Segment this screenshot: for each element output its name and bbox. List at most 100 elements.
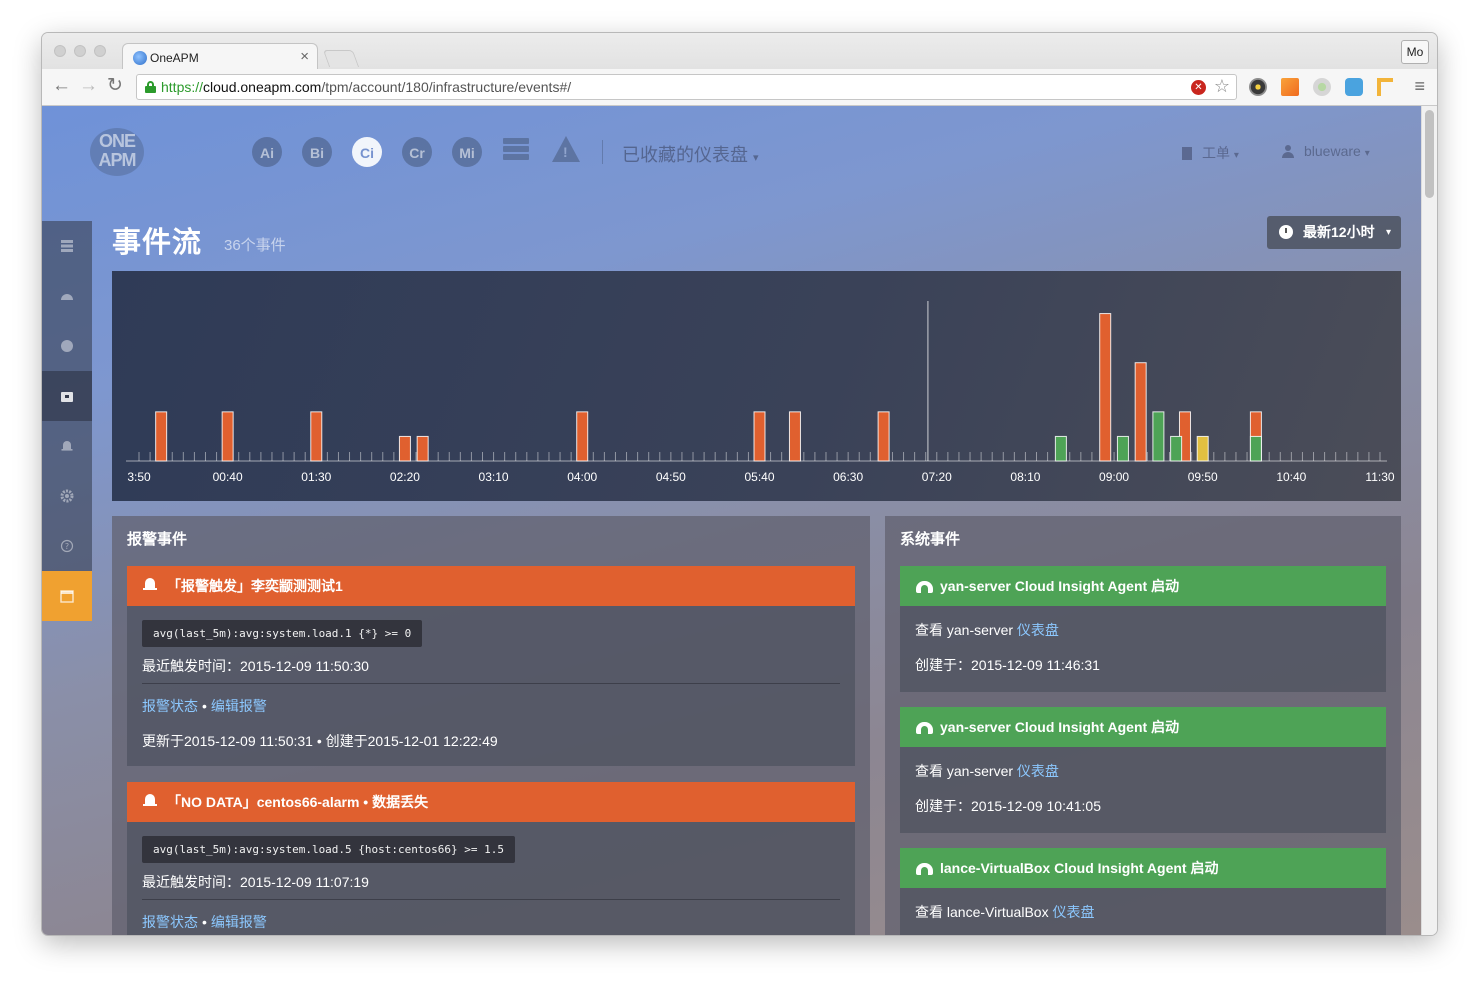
address-bar[interactable]: https://cloud.oneapm.com/tpm/account/180… xyxy=(136,74,1237,100)
event-timeline-svg: 3:50 00:40 01:30 02:20 03:10 04:00 04:50 05:40 0… xyxy=(126,301,1395,484)
sidebar-item-calendar[interactable] xyxy=(42,571,92,621)
zoom-window-button[interactable] xyxy=(94,45,106,57)
x-tick-label: 11:30 xyxy=(1365,470,1394,484)
profile-button[interactable]: Mo xyxy=(1401,40,1429,64)
new-tab-button[interactable] xyxy=(322,50,360,67)
card-divider xyxy=(142,899,840,900)
cloud-agent-icon xyxy=(916,861,933,875)
alert-event-bar xyxy=(416,435,429,462)
event-timeline-chart: 3:50 00:40 01:30 02:20 03:10 04:00 04:50 05:40 0… xyxy=(112,271,1401,501)
ticket-menu[interactable]: 工单 ▾ xyxy=(1182,143,1239,163)
browser-menu-icon[interactable]: ≡ xyxy=(1414,76,1425,97)
forward-arrow-icon[interactable]: → xyxy=(79,75,98,97)
system-card-header[interactable]: yan-server Cloud Insight Agent 启动 xyxy=(900,707,1386,747)
dashboard-link[interactable]: 仪表盘 xyxy=(1017,622,1059,638)
page-content: ONE APM Ai Bi Ci Cr Mi ! 已收藏的仪表盘 ▾ 工单 ▾ b… xyxy=(42,106,1421,935)
sidebar-item-circle[interactable] xyxy=(42,321,92,371)
system-panel-title: 系统事件 xyxy=(900,531,961,548)
list-icon xyxy=(61,240,73,252)
edit-alert-link[interactable]: 编辑报警 xyxy=(211,914,267,930)
product-cr-icon[interactable]: Cr xyxy=(402,137,432,167)
bookmark-star-icon[interactable]: ☆ xyxy=(1214,76,1230,97)
x-tick-label: 05:40 xyxy=(744,470,774,484)
close-tab-icon[interactable]: × xyxy=(300,48,309,65)
extension-circle-icon[interactable] xyxy=(1313,78,1331,96)
x-tick-label: 09:50 xyxy=(1188,470,1218,484)
sidebar-item-settings[interactable] xyxy=(42,471,92,521)
alert-query: avg(last_5m):avg:system.load.5 {host:cen… xyxy=(142,836,515,863)
time-range-dropdown[interactable]: 最新12小时 ▾ xyxy=(1267,216,1401,249)
sidebar-item-alerts[interactable] xyxy=(42,421,92,471)
x-tick-label: 3:50 xyxy=(127,470,151,484)
system-event-card: yan-server Cloud Insight Agent 启动 查看 yan… xyxy=(900,566,1386,692)
sidebar: ? xyxy=(42,221,92,621)
last-triggered-time: 最近触发时间：2015-12-09 11:50:30 xyxy=(142,658,369,674)
product-ai-icon[interactable]: Ai xyxy=(252,137,282,167)
browser-toolbar: ← → ↻ https://cloud.oneapm.com/tpm/accou… xyxy=(42,69,1437,106)
system-event-bar xyxy=(1116,435,1129,462)
alert-event-bar xyxy=(398,435,411,462)
product-bi-icon[interactable]: Bi xyxy=(302,137,332,167)
bell-icon xyxy=(61,441,73,451)
alert-status-link[interactable]: 报警状态 xyxy=(142,914,198,930)
favorite-dashboards-menu[interactable]: 已收藏的仪表盘 ▾ xyxy=(622,141,759,167)
alert-event-bar xyxy=(1099,313,1112,462)
minimize-window-button[interactable] xyxy=(74,45,86,57)
oneapm-logo[interactable]: ONE APM xyxy=(90,128,144,176)
extension-chart-icon[interactable] xyxy=(1281,78,1299,96)
extension-camera-icon[interactable] xyxy=(1249,78,1267,96)
system-card-header[interactable]: yan-server Cloud Insight Agent 启动 xyxy=(900,566,1386,606)
reload-icon[interactable]: ↻ xyxy=(107,75,123,97)
system-events-panel: 系统事件 yan-server Cloud Insight Agent 启动 查… xyxy=(885,516,1401,935)
url-text[interactable]: https://cloud.oneapm.com/tpm/account/180… xyxy=(161,79,571,95)
cloud-agent-icon xyxy=(916,720,933,734)
events-icon xyxy=(61,392,73,402)
tab-strip: OneAPM × Mo xyxy=(42,33,1437,70)
browser-tab[interactable]: OneAPM × xyxy=(122,43,318,70)
dashboard-icon xyxy=(61,294,73,300)
close-window-button[interactable] xyxy=(54,45,66,57)
scrollbar-thumb[interactable] xyxy=(1425,110,1434,198)
dashboard-link[interactable]: 仪表盘 xyxy=(1052,904,1094,920)
sidebar-item-events[interactable] xyxy=(42,371,92,421)
user-menu[interactable]: blueware ▾ xyxy=(1282,143,1370,159)
clock-icon xyxy=(1279,225,1293,239)
system-event-bar xyxy=(1170,435,1183,462)
system-card-header[interactable]: lance-VirtualBox Cloud Insight Agent 启动 xyxy=(900,848,1386,888)
product-ci-icon[interactable]: Ci xyxy=(352,137,382,167)
x-tick-label: 10:40 xyxy=(1276,470,1306,484)
sidebar-item-list[interactable] xyxy=(42,221,92,271)
alert-event-card: 「NO DATA」centos66-alarm • 数据丢失 avg(last_… xyxy=(127,782,855,935)
alert-status-link[interactable]: 报警状态 xyxy=(142,698,198,714)
server-list-icon[interactable] xyxy=(503,138,529,164)
product-mi-icon[interactable]: Mi xyxy=(452,137,482,167)
cloud-agent-icon xyxy=(916,579,933,593)
extension-bracket-icon[interactable] xyxy=(1377,78,1395,96)
alert-timestamps: 更新于2015-12-09 11:50:31 • 创建于2015-12-01 1… xyxy=(142,733,498,749)
sidebar-item-help[interactable]: ? xyxy=(42,521,92,571)
alert-events-panel: 报警事件 「报警触发」李奕颛测测试1 avg(last_5m):avg:syst… xyxy=(112,516,870,935)
x-tick-label: 06:30 xyxy=(833,470,863,484)
page-scrollbar[interactable] xyxy=(1421,106,1437,935)
system-event-card: yan-server Cloud Insight Agent 启动 查看 yan… xyxy=(900,707,1386,833)
system-event-bar xyxy=(1152,411,1165,462)
card-divider xyxy=(142,683,840,684)
browser-window: OneAPM × Mo ← → ↻ https://cloud.oneapm.c… xyxy=(42,33,1437,935)
back-arrow-icon[interactable]: ← xyxy=(52,75,71,97)
page-title: 事件流 xyxy=(112,227,203,259)
svg-text:?: ? xyxy=(65,542,69,551)
view-host-text: 查看 lance-VirtualBox xyxy=(915,904,1049,920)
extension-ghost-icon[interactable] xyxy=(1345,78,1363,96)
alert-event-bar xyxy=(1134,362,1147,462)
alert-card-header[interactable]: 「报警触发」李奕颛测测试1 xyxy=(127,566,855,606)
edit-alert-link[interactable]: 编辑报警 xyxy=(211,698,267,714)
blocked-icon[interactable]: ✕ xyxy=(1191,80,1206,95)
x-tick-label: 01:30 xyxy=(301,470,331,484)
dashboard-link[interactable]: 仪表盘 xyxy=(1017,763,1059,779)
alert-query: avg(last_5m):avg:system.load.1 {*} >= 0 xyxy=(142,620,423,647)
x-tick-label: 07:20 xyxy=(922,470,952,484)
alert-card-header[interactable]: 「NO DATA」centos66-alarm • 数据丢失 xyxy=(127,782,855,822)
alert-event-bar xyxy=(788,411,801,462)
warning-event-bar xyxy=(1196,435,1209,462)
sidebar-item-dashboard[interactable] xyxy=(42,271,92,321)
